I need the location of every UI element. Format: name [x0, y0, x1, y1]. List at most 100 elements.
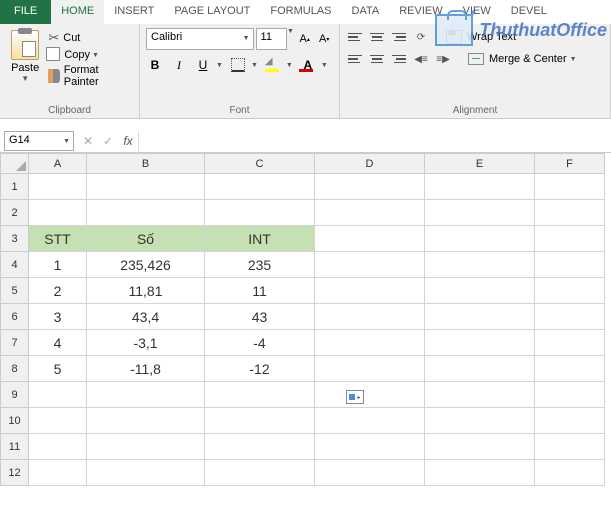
column-header-B[interactable]: B — [87, 154, 205, 174]
cell[interactable]: 11 — [205, 278, 315, 304]
align-left-button[interactable] — [346, 50, 364, 68]
bold-button[interactable]: B — [146, 55, 164, 75]
autofill-options-button[interactable] — [346, 390, 364, 404]
row-header[interactable]: 3 — [1, 226, 29, 252]
cell[interactable]: 4 — [29, 330, 87, 356]
cell[interactable] — [87, 460, 205, 486]
cell[interactable] — [535, 382, 605, 408]
tab-page-layout[interactable]: PAGE LAYOUT — [164, 0, 260, 24]
cell-header-int[interactable]: INT — [205, 226, 315, 252]
align-top-button[interactable] — [346, 28, 364, 46]
cell[interactable]: 5 — [29, 356, 87, 382]
cell[interactable] — [315, 174, 425, 200]
row-header[interactable]: 9 — [1, 382, 29, 408]
cell[interactable] — [425, 382, 535, 408]
cell[interactable] — [205, 174, 315, 200]
cell[interactable] — [205, 200, 315, 226]
cell[interactable] — [535, 434, 605, 460]
copy-dropdown-icon[interactable]: ▼ — [92, 52, 99, 59]
cell-header-stt[interactable]: STT — [29, 226, 87, 252]
cell[interactable] — [535, 174, 605, 200]
cell[interactable] — [535, 226, 605, 252]
font-color-button[interactable]: A — [299, 58, 317, 72]
column-header-F[interactable]: F — [535, 154, 605, 174]
cell[interactable]: 11,81 — [87, 278, 205, 304]
paste-dropdown-icon[interactable]: ▼ — [21, 74, 29, 83]
border-button[interactable] — [229, 55, 247, 75]
increase-indent-button[interactable]: ≡▶ — [434, 50, 452, 68]
cell[interactable] — [425, 278, 535, 304]
tab-file[interactable]: FILE — [0, 0, 51, 24]
column-header-C[interactable]: C — [205, 154, 315, 174]
paste-button[interactable]: Paste ▼ — [6, 28, 44, 88]
cell[interactable]: 43 — [205, 304, 315, 330]
column-header-A[interactable]: A — [29, 154, 87, 174]
row-header[interactable]: 4 — [1, 252, 29, 278]
cell[interactable] — [425, 434, 535, 460]
cell[interactable]: 3 — [29, 304, 87, 330]
cell[interactable] — [425, 174, 535, 200]
cell[interactable] — [315, 278, 425, 304]
font-color-dropdown-icon[interactable]: ▼ — [321, 62, 328, 69]
cell[interactable]: 43,4 — [87, 304, 205, 330]
align-bottom-button[interactable] — [390, 28, 408, 46]
cell[interactable] — [425, 356, 535, 382]
cell[interactable] — [87, 434, 205, 460]
cell[interactable] — [29, 200, 87, 226]
select-all-button[interactable] — [1, 154, 29, 174]
row-header[interactable]: 12 — [1, 460, 29, 486]
cell[interactable] — [425, 200, 535, 226]
cell[interactable] — [205, 408, 315, 434]
fill-dropdown-icon[interactable]: ▼ — [286, 62, 293, 69]
cell[interactable] — [87, 174, 205, 200]
cell[interactable] — [315, 382, 425, 408]
cell[interactable] — [29, 434, 87, 460]
cell[interactable]: -12 — [205, 356, 315, 382]
cell[interactable] — [535, 408, 605, 434]
cell[interactable] — [315, 356, 425, 382]
cell[interactable] — [29, 408, 87, 434]
cell[interactable] — [315, 252, 425, 278]
cell[interactable] — [205, 460, 315, 486]
enter-formula-button[interactable]: ✓ — [98, 134, 118, 148]
cell[interactable] — [87, 200, 205, 226]
cell[interactable] — [425, 330, 535, 356]
tab-formulas[interactable]: FORMULAS — [260, 0, 341, 24]
fill-color-button[interactable] — [264, 55, 282, 75]
cell[interactable] — [29, 460, 87, 486]
tab-insert[interactable]: INSERT — [104, 0, 164, 24]
font-size-dropdown-icon[interactable]: ▼ — [287, 28, 294, 50]
cell[interactable] — [425, 460, 535, 486]
cell[interactable] — [315, 408, 425, 434]
align-center-button[interactable] — [368, 50, 386, 68]
cell[interactable] — [535, 304, 605, 330]
cell[interactable]: 2 — [29, 278, 87, 304]
insert-function-button[interactable]: fx — [118, 134, 138, 148]
cell[interactable] — [205, 382, 315, 408]
name-box[interactable]: G14 ▼ — [4, 131, 74, 151]
merge-dropdown-icon[interactable]: ▼ — [570, 56, 577, 63]
cell[interactable] — [425, 408, 535, 434]
cell[interactable] — [535, 356, 605, 382]
cell[interactable]: 1 — [29, 252, 87, 278]
row-header[interactable]: 2 — [1, 200, 29, 226]
underline-button[interactable]: U — [194, 55, 212, 75]
cell[interactable] — [425, 252, 535, 278]
row-header[interactable]: 11 — [1, 434, 29, 460]
orientation-button[interactable]: ⟳ — [412, 28, 430, 46]
cell[interactable]: 235,426 — [87, 252, 205, 278]
decrease-font-button[interactable]: A — [315, 28, 333, 50]
cell[interactable] — [205, 434, 315, 460]
row-header[interactable]: 8 — [1, 356, 29, 382]
cell[interactable] — [315, 200, 425, 226]
cancel-formula-button[interactable]: ✕ — [78, 134, 98, 148]
merge-center-button[interactable]: Merge & Center ▼ — [468, 53, 577, 65]
row-header[interactable]: 5 — [1, 278, 29, 304]
cell[interactable] — [315, 330, 425, 356]
underline-dropdown-icon[interactable]: ▼ — [216, 62, 223, 69]
cell[interactable] — [315, 460, 425, 486]
cell[interactable] — [315, 434, 425, 460]
cell[interactable] — [29, 174, 87, 200]
cell[interactable] — [29, 382, 87, 408]
row-header[interactable]: 7 — [1, 330, 29, 356]
